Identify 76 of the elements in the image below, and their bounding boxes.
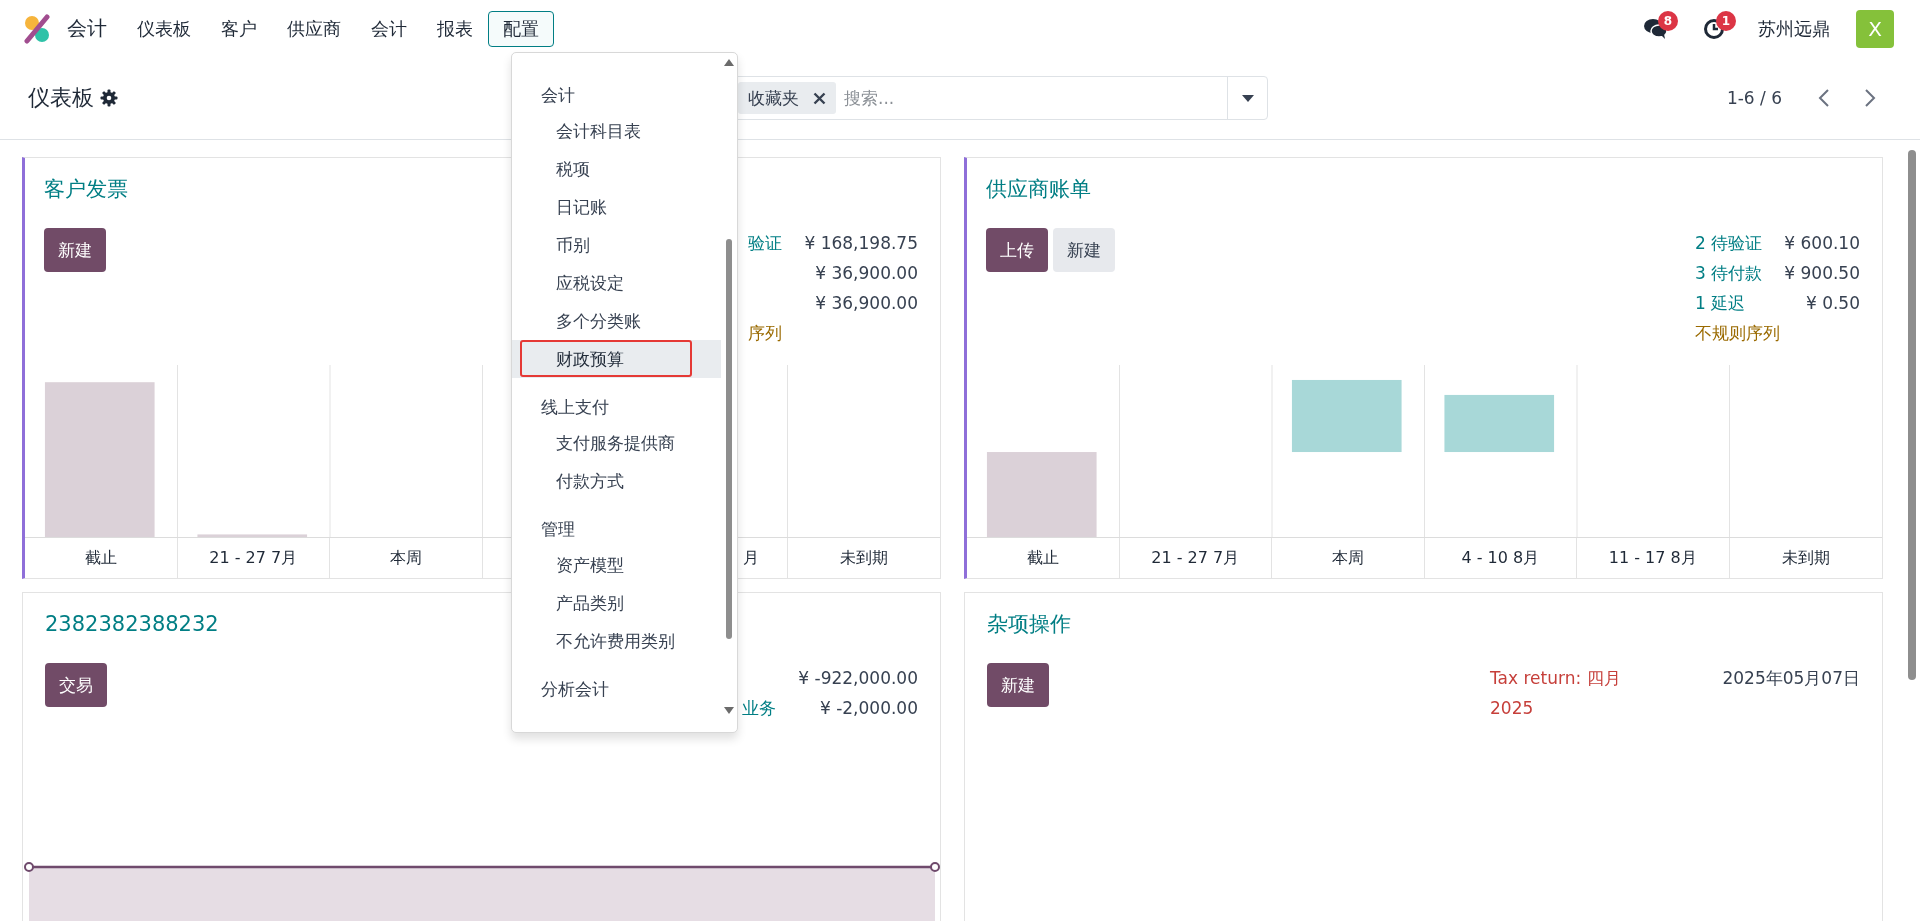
stat-amount: ¥ 600.10 — [1784, 232, 1860, 255]
stat-link[interactable]: 验证 — [748, 228, 783, 258]
chart-label: 截止 — [84, 547, 117, 569]
dropdown-item[interactable]: 会计科目表 — [512, 112, 721, 150]
chart-label: 21 - 27 7月 — [1151, 547, 1240, 569]
menu-section-header: 管理 — [540, 518, 576, 541]
clock-icon[interactable] — [1703, 17, 1725, 40]
notification-badge: 1 — [1716, 10, 1736, 31]
dropdown-item[interactable]: 多个分类账 — [512, 302, 721, 340]
dropdown-item[interactable]: 不允许费用类别 — [512, 622, 721, 660]
stat-link[interactable]: 1 延迟 — [1695, 288, 1763, 318]
chart-label: 本周 — [389, 547, 422, 569]
breadcrumb: 仪表板 — [28, 84, 94, 112]
scrollbar-thumb[interactable] — [726, 239, 732, 639]
dropdown-item[interactable]: 应税设定 — [512, 264, 721, 302]
chart-label: 21 - 27 7月 — [209, 547, 298, 569]
stat-amount: ¥ 36,900.00 — [814, 292, 918, 315]
dropdown-item[interactable]: 产品类别 — [512, 584, 721, 622]
chart-label: 4 - 10 8月 — [1461, 547, 1540, 569]
caret-icon — [1241, 94, 1254, 102]
action-button[interactable]: 新建 — [44, 228, 106, 272]
stat-amount: ¥ 900.50 — [1784, 262, 1860, 285]
dropdown-item[interactable]: 支付服务提供商 — [512, 424, 721, 462]
chart-label: 本周 — [1331, 547, 1364, 569]
filter-facet: 收藏夹 — [748, 86, 799, 110]
scroll-down-icon[interactable] — [724, 707, 734, 714]
notification-badge: 8 — [1658, 10, 1678, 31]
stat-link[interactable]: 不规则序列 — [1695, 318, 1860, 348]
menu-item[interactable]: 会计 — [356, 10, 422, 47]
chart-label: 月 — [743, 547, 759, 569]
stat-amount: ¥ 36,900.00 — [814, 262, 918, 285]
stat-link[interactable]: 2 待验证 — [1695, 228, 1763, 258]
app-logo[interactable] — [22, 13, 52, 44]
chevron-left-icon — [1818, 88, 1830, 108]
menu-section-header: 分析会计 — [540, 678, 610, 701]
company-name[interactable]: 苏州远鼎 — [1758, 16, 1830, 41]
app-name[interactable]: 会计 — [67, 15, 107, 42]
activity-link[interactable]: Tax return: 四月 2025 — [1490, 663, 1640, 723]
menu-section-header: 会计 — [540, 84, 576, 107]
menu-item[interactable]: 报表 — [422, 10, 488, 47]
dropdown-item[interactable]: 日记账 — [512, 188, 721, 226]
dropdown-item[interactable]: 财政预算 — [512, 340, 721, 378]
card-title[interactable]: 杂项操作 — [987, 609, 1860, 639]
stat-amount: ¥ 168,198.75 — [804, 232, 918, 255]
stat-amount: ¥ -922,000.00 — [798, 667, 918, 690]
card-title[interactable]: 供应商账单 — [986, 174, 1860, 204]
action-button[interactable]: 新建 — [1053, 228, 1115, 272]
menu-item[interactable]: 配置 — [488, 10, 554, 47]
stat-link[interactable]: 序列 — [748, 318, 918, 348]
stat-amount: ¥ -2,000.00 — [818, 697, 918, 720]
settings-icon[interactable] — [100, 89, 118, 107]
chart-label: 未到期 — [839, 547, 888, 569]
chart-label: 11 - 17 8月 — [1608, 547, 1697, 569]
action-button[interactable]: 上传 — [986, 228, 1048, 272]
menu-section-header: 线上支付 — [540, 396, 610, 419]
chart-label: 未到期 — [1781, 547, 1830, 569]
stat-link[interactable]: 业务 — [742, 693, 777, 723]
menu-item[interactable]: 仪表板 — [122, 10, 206, 47]
close-icon[interactable] — [813, 91, 826, 105]
chevron-right-icon — [1864, 88, 1876, 108]
dropdown-item[interactable]: 资产模型 — [512, 546, 721, 584]
activity-date: 2025年05月07日 — [1721, 667, 1860, 690]
dropdown-item[interactable]: 币别 — [512, 226, 721, 264]
menu-item[interactable]: 供应商 — [272, 10, 356, 47]
scrollbar-thumb[interactable] — [1908, 150, 1916, 680]
search-input[interactable]: 搜索... — [842, 87, 1227, 109]
stat-link[interactable]: 3 待付款 — [1695, 258, 1763, 288]
dropdown-item[interactable]: 税项 — [512, 150, 721, 188]
menu-item[interactable]: 客户 — [206, 10, 272, 47]
pager-value[interactable]: 1-6 / 6 — [1726, 88, 1782, 108]
stat-amount: ¥ 0.50 — [1804, 292, 1860, 315]
action-button[interactable]: 交易 — [45, 663, 107, 707]
dropdown-item[interactable]: 付款方式 — [512, 462, 721, 500]
chart-label: 截止 — [1026, 547, 1059, 569]
action-button[interactable]: 新建 — [987, 663, 1049, 707]
scroll-up-icon[interactable] — [724, 59, 734, 66]
